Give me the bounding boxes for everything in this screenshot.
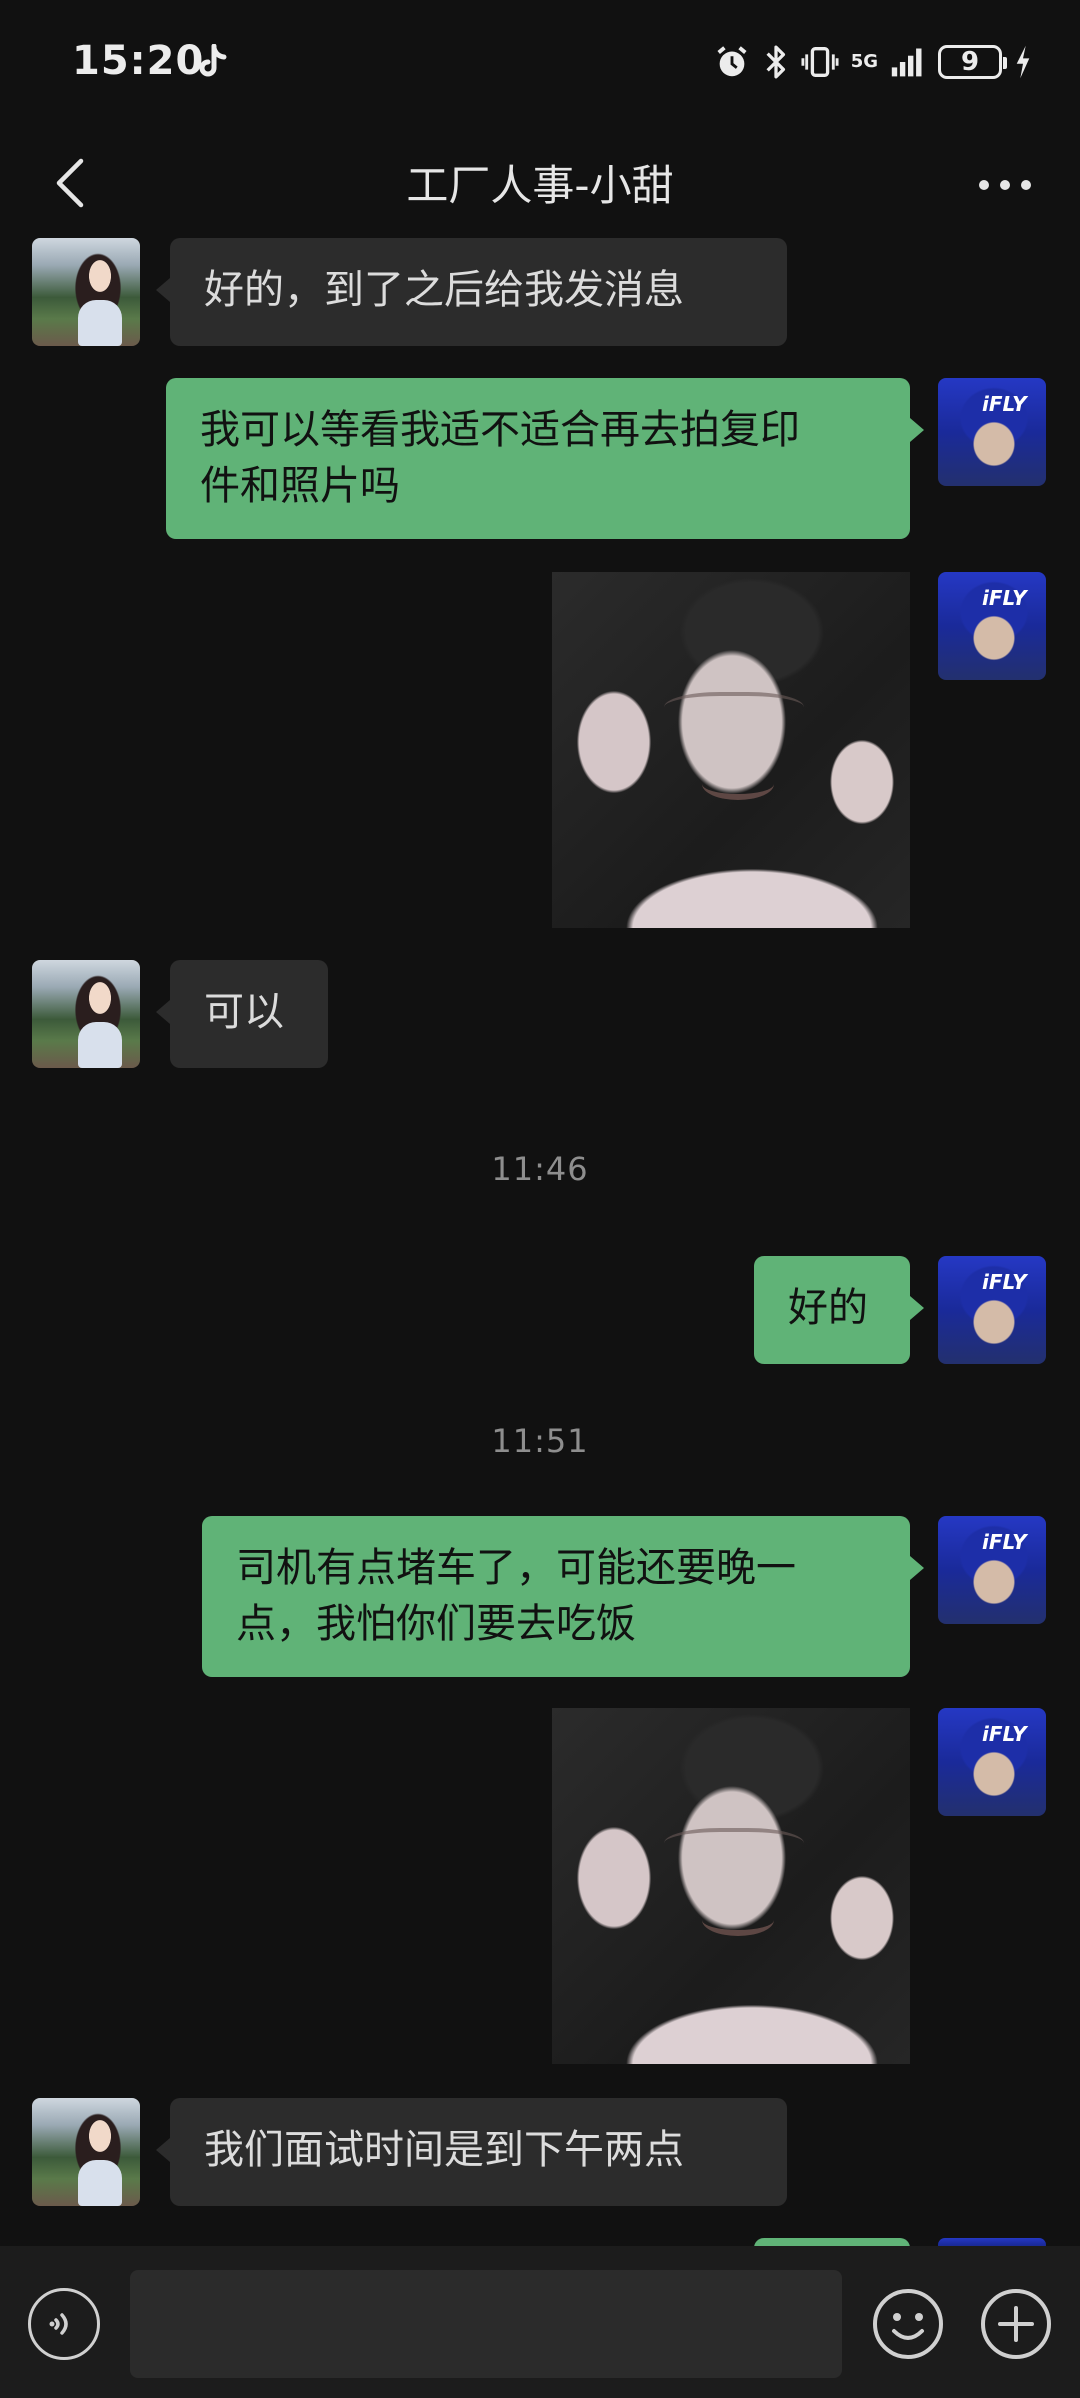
image-message[interactable] bbox=[552, 572, 910, 928]
message-text-line: 我可以等看我适不适合再去拍复印 bbox=[200, 407, 800, 453]
message-bubble-outgoing[interactable]: 司机有点堵车了，可能还要晚一 点，我怕你们要去吃饭 bbox=[202, 1516, 924, 1677]
message-bubble-incoming[interactable]: 可以 bbox=[156, 960, 328, 1068]
message-text: 我们面试时间是到下午两点 bbox=[204, 2127, 684, 2173]
contact-avatar[interactable] bbox=[32, 2098, 140, 2206]
message-bubble-outgoing[interactable]: 好的 bbox=[754, 1256, 924, 1364]
chat-header: 工厂人事-小甜 bbox=[0, 130, 1080, 240]
contact-avatar[interactable] bbox=[32, 960, 140, 1068]
tiktok-icon bbox=[199, 44, 227, 77]
status-bar: 15:20 5G 9 bbox=[0, 0, 1080, 130]
message-bubble-incoming[interactable]: 好的，到了之后给我发消息 bbox=[156, 238, 787, 346]
network-type: 5G bbox=[850, 51, 878, 72]
vibrate-icon bbox=[801, 47, 839, 77]
message-text-line: 司机有点堵车了，可能还要晚一 bbox=[236, 1545, 796, 1591]
avatar-logo-text: iFLY bbox=[982, 1270, 1027, 1294]
image-message[interactable] bbox=[552, 1708, 910, 2064]
status-icons: 5G 9 bbox=[713, 40, 1032, 84]
more-button[interactable] bbox=[970, 150, 1040, 220]
battery-indicator: 9 bbox=[938, 45, 1007, 79]
input-bar bbox=[0, 2246, 1080, 2398]
timestamp: 11:51 bbox=[491, 1422, 589, 1460]
message-input[interactable] bbox=[130, 2270, 842, 2378]
photo-detail bbox=[664, 1828, 804, 1866]
timestamp: 11:46 bbox=[491, 1150, 589, 1188]
photo-detail bbox=[702, 1904, 774, 1936]
photo-detail bbox=[702, 768, 774, 800]
status-time: 15:20 bbox=[72, 38, 205, 84]
message-text-line: 点，我怕你们要去吃饭 bbox=[236, 1601, 636, 1647]
more-dots-icon bbox=[979, 180, 1031, 190]
my-avatar[interactable]: iFLY bbox=[938, 1516, 1046, 1624]
my-avatar[interactable]: iFLY bbox=[938, 1708, 1046, 1816]
emoji-icon[interactable] bbox=[870, 2286, 946, 2362]
photo-detail bbox=[664, 692, 804, 730]
message-text: 好的 bbox=[788, 1285, 868, 1331]
my-avatar[interactable]: iFLY bbox=[938, 378, 1046, 486]
charging-icon bbox=[1016, 45, 1030, 79]
signal-icon bbox=[891, 48, 922, 77]
message-text: 好的，到了之后给我发消息 bbox=[204, 267, 684, 313]
alarm-icon bbox=[717, 46, 747, 77]
bluetooth-icon bbox=[766, 45, 785, 79]
my-avatar[interactable]: iFLY bbox=[938, 572, 1046, 680]
contact-avatar[interactable] bbox=[32, 238, 140, 346]
avatar-logo-text: iFLY bbox=[982, 392, 1027, 416]
my-avatar[interactable]: iFLY bbox=[938, 1256, 1046, 1364]
voice-button[interactable] bbox=[28, 2288, 100, 2360]
avatar-logo-text: iFLY bbox=[982, 1722, 1027, 1746]
message-bubble-incoming[interactable]: 我们面试时间是到下午两点 bbox=[156, 2098, 787, 2206]
plus-circle-icon[interactable] bbox=[978, 2286, 1054, 2362]
avatar-logo-text: iFLY bbox=[982, 586, 1027, 610]
message-text: 可以 bbox=[204, 989, 284, 1035]
network-indicator: 5G bbox=[851, 53, 878, 71]
message-bubble-outgoing[interactable]: 我可以等看我适不适合再去拍复印 件和照片吗 bbox=[166, 378, 924, 539]
message-text-line: 件和照片吗 bbox=[200, 463, 400, 509]
voice-icon bbox=[49, 2313, 68, 2335]
chat-title: 工厂人事-小甜 bbox=[406, 161, 674, 210]
avatar-logo-text: iFLY bbox=[982, 1530, 1027, 1554]
